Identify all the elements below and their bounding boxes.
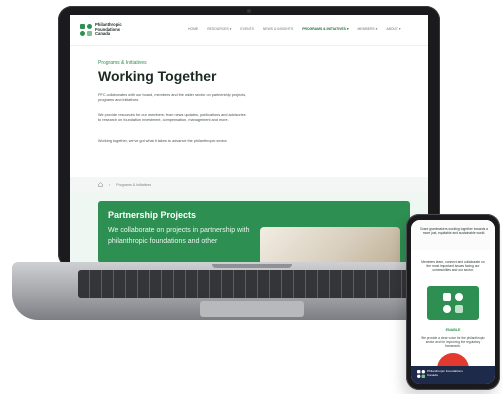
phone-screen: Grant grantmakers working together towar… [411, 220, 495, 384]
nav-item-resources[interactable]: RESOURCES ▾ [207, 27, 231, 31]
pfc-mark-icon [443, 293, 463, 313]
page-title: Working Together [98, 68, 217, 84]
footer-logo-text: Philanthropic Foundations Canada [427, 369, 463, 377]
enable-label: ENABLE [445, 328, 461, 332]
nav-item-news[interactable]: NEWS & INSIGHTS [263, 27, 293, 31]
laptop-trackpad [200, 301, 304, 317]
intro-paragraph-2: We provide resources for our members: fr… [98, 113, 246, 122]
intro-paragraph-3: Working together, we've got what it take… [98, 139, 228, 143]
laptop-base-notch [212, 264, 292, 268]
partnership-photo [260, 227, 400, 263]
page-eyebrow: Programs & Initiatives [98, 60, 147, 66]
laptop-camera [247, 9, 251, 13]
nav-item-events[interactable]: EVENTS [240, 27, 254, 31]
footer-logo-icon[interactable] [417, 370, 425, 378]
main-nav: HOME RESOURCES ▾ EVENTS NEWS & INSIGHTS … [188, 27, 401, 31]
phone-top-text: Grant grantmakers working together towar… [420, 227, 488, 236]
breadcrumb-current: Programs & Initiatives [116, 182, 152, 187]
home-icon[interactable] [98, 182, 103, 187]
enable-text: We provide a clear voice for the philant… [421, 336, 485, 348]
phone-mid-text: Members learn, connect and collaborate o… [421, 260, 485, 273]
laptop-screen: Philanthropic Foundations Canada HOME RE… [70, 15, 428, 263]
nav-item-members[interactable]: MEMBERS ▾ [358, 27, 378, 31]
nav-item-about[interactable]: ABOUT ▾ [386, 27, 400, 31]
partnership-card-title: Partnership Projects [108, 210, 197, 220]
pfc-logo-icon[interactable] [80, 24, 92, 36]
nav-item-home[interactable]: HOME [188, 27, 198, 31]
breadcrumb: › Programs & Initiatives [98, 182, 151, 187]
laptop-keyboard [78, 270, 424, 298]
enable-icon-tile [427, 286, 479, 320]
nav-item-programs[interactable]: PROGRAMS & INITIATIVES ▾ [302, 27, 348, 31]
intro-paragraph-1: PFC collaborates with our board, members… [98, 93, 247, 102]
partnership-card-text: We collaborate on projects in partnershi… [108, 227, 250, 245]
logo-text[interactable]: Philanthropic Foundations Canada [95, 22, 135, 37]
breadcrumb-separator: › [109, 182, 111, 187]
